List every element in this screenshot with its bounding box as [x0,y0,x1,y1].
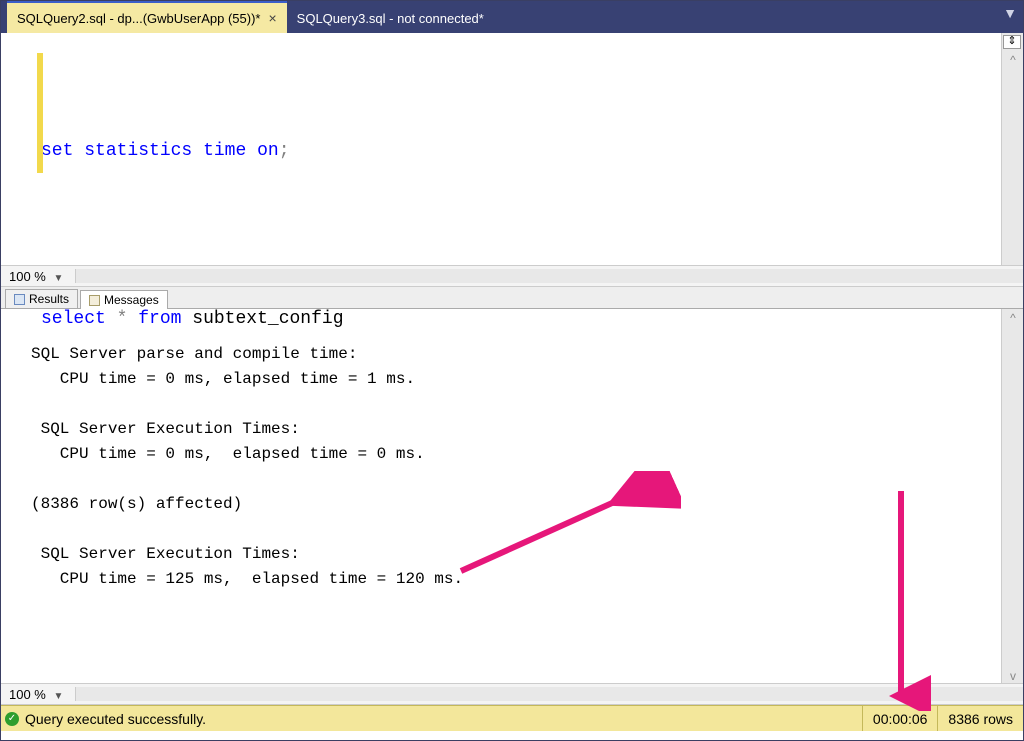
success-icon: ✓ [5,712,19,726]
messages-zoom-dropdown[interactable]: 100 % ▼ [5,687,67,702]
message-line: SQL Server Execution Times: [31,420,300,438]
scroll-down-icon[interactable]: v [1005,669,1021,681]
messages-zoom-bar: 100 % ▼ [1,683,1023,705]
tab-overflow-dropdown[interactable]: ▼ [1003,5,1017,21]
split-handle-icon[interactable]: ⇕ [1003,35,1021,49]
message-line: SQL Server parse and compile time: [31,345,357,363]
message-line: CPU time = 125 ms, elapsed time = 120 ms… [31,570,463,588]
tab-sqlquery3[interactable]: SQLQuery3.sql - not connected* [287,1,494,33]
status-bar: ✓ Query executed successfully. 00:00:06 … [1,705,1023,731]
editor-vertical-scrollbar[interactable]: ⇕ ^ [1001,33,1023,265]
messages-horizontal-scrollbar[interactable] [75,687,1023,701]
document-tab-bar: SQLQuery2.sql - dp...(GwbUserApp (55))* … [1,1,1023,33]
messages-pane: SQL Server parse and compile time: CPU t… [1,309,1023,683]
status-message: Query executed successfully. [25,711,862,727]
change-indicator [37,53,43,173]
tab-label: SQLQuery3.sql - not connected* [297,11,484,26]
scroll-up-icon[interactable]: ^ [1005,53,1021,65]
message-line: CPU time = 0 ms, elapsed time = 0 ms. [31,445,425,463]
tab-label: SQLQuery2.sql - dp...(GwbUserApp (55))* [17,11,260,26]
tab-sqlquery2[interactable]: SQLQuery2.sql - dp...(GwbUserApp (55))* … [7,1,287,33]
message-line: (8386 row(s) affected) [31,495,242,513]
messages-vertical-scrollbar[interactable]: ^ v [1001,309,1023,683]
messages-output[interactable]: SQL Server parse and compile time: CPU t… [1,309,1001,683]
code-line: set statistics time on; [41,137,1001,165]
status-elapsed: 00:00:06 [862,706,938,731]
code-line [41,221,1001,249]
message-line: SQL Server Execution Times: [31,545,300,563]
messages-icon [89,295,100,306]
sql-editor[interactable]: set statistics time on; select * from su… [1,33,1001,265]
scroll-up-icon[interactable]: ^ [1005,311,1021,323]
message-line: CPU time = 0 ms, elapsed time = 1 ms. [31,370,415,388]
tab-messages[interactable]: Messages [80,290,168,309]
sql-editor-pane: set statistics time on; select * from su… [1,33,1023,265]
close-icon[interactable]: × [268,10,276,26]
grid-icon [14,294,25,305]
chevron-down-icon: ▼ [54,691,64,702]
status-rows: 8386 rows [937,706,1023,731]
